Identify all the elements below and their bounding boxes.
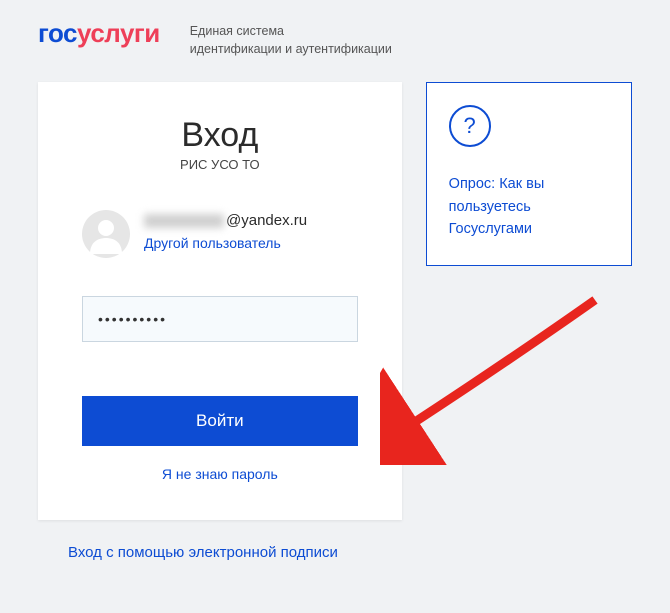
tagline: Единая система идентификации и аутентифи… <box>190 18 392 58</box>
login-button[interactable]: Войти <box>82 396 358 446</box>
question-icon: ? <box>449 105 491 147</box>
redacted-email-prefix <box>144 214 224 228</box>
forgot-password-link[interactable]: Я не знаю пароль <box>162 466 278 482</box>
poll-link[interactable]: Опрос: Как вы пользуетесь Госуслугами <box>449 173 609 240</box>
logo-text-uslugi: услуги <box>77 18 160 48</box>
user-info: @yandex.ru Другой пользователь <box>144 210 307 253</box>
main-content: Вход РИС УСО ТО @yandex.ru Другой пользо… <box>0 70 670 520</box>
header: госуслуги Единая система идентификации и… <box>0 0 670 70</box>
login-subtitle: РИС УСО ТО <box>82 157 358 172</box>
other-user-link[interactable]: Другой пользователь <box>144 235 281 251</box>
tagline-line-2: идентификации и аутентификации <box>190 40 392 58</box>
login-title: Вход <box>82 116 358 155</box>
user-row: @yandex.ru Другой пользователь <box>82 210 358 258</box>
esign-row: Вход с помощью электронной подписи <box>0 544 670 562</box>
avatar <box>82 210 130 258</box>
email-domain: @yandex.ru <box>226 212 307 229</box>
forgot-password-row: Я не знаю пароль <box>82 466 358 484</box>
password-input[interactable] <box>82 296 358 342</box>
logo: госуслуги <box>38 18 160 49</box>
login-card: Вход РИС УСО ТО @yandex.ru Другой пользо… <box>38 82 402 520</box>
esign-link[interactable]: Вход с помощью электронной подписи <box>68 544 338 561</box>
poll-card: ? Опрос: Как вы пользуетесь Госуслугами <box>426 82 632 265</box>
user-email: @yandex.ru <box>144 212 307 229</box>
logo-text-gos: гос <box>38 18 77 48</box>
tagline-line-1: Единая система <box>190 22 392 40</box>
